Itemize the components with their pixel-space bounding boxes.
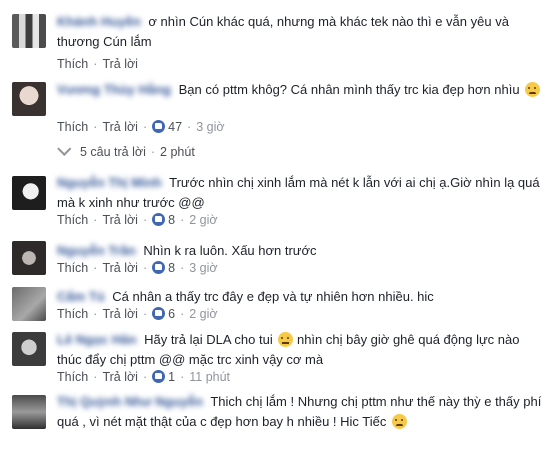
like-count[interactable]: 47 [168,120,182,134]
comment-actions: Thích · Trả lời · 1 · 11 phút [57,370,231,384]
replies-count[interactable]: 5 câu trả lời [80,145,146,159]
timestamp[interactable]: 3 giờ [196,120,224,134]
commenter-name[interactable]: Cẩm Tú [57,289,105,304]
view-replies-link[interactable]: 5 câu trả lời · 2 phút [57,141,195,159]
like-icon [152,120,166,133]
reply-link[interactable]: Trả lời [102,307,138,321]
comment-actions: Thích · Trả lời · 6 · 2 giờ [57,307,218,321]
comment-actions: Thích · Trả lời · 8 · 3 giờ [57,261,218,275]
like-link[interactable]: Thích [57,307,88,321]
avatar[interactable] [12,287,46,321]
like-count[interactable]: 8 [168,261,175,275]
like-icon [152,307,166,320]
like-count[interactable]: 8 [168,213,175,227]
avatar[interactable] [12,82,46,116]
comment-text: Hãy trả lại DLA cho tui [144,332,273,347]
timestamp[interactable]: 11 phút [189,370,230,384]
commenter-name[interactable]: Vương Thùy Hằng [57,82,171,97]
commenter-name[interactable]: Khánh Huyền [57,14,141,29]
like-count[interactable]: 1 [168,370,175,384]
avatar[interactable] [12,395,46,429]
like-link[interactable]: Thích [57,213,88,227]
reply-link[interactable]: Trả lời [102,261,138,275]
like-link[interactable]: Thích [57,120,88,134]
like-icon [152,370,166,383]
commenter-name[interactable]: Nguyễn Trần [57,243,136,258]
reply-link[interactable]: Trả lời [102,370,138,384]
comment-actions: Thích · Trả lời · 8 · 2 giờ [57,213,218,227]
reply-link[interactable]: Trả lời [102,120,138,134]
timestamp[interactable]: 3 giờ [189,261,217,275]
tear-face-icon [392,414,408,429]
reply-link[interactable]: Trả lời [102,57,138,71]
neutral-face-icon [278,332,294,347]
commenter-name[interactable]: Lê Ngọc Hân [57,332,136,347]
like-link[interactable]: Thích [57,261,88,275]
replies-time: 2 phút [160,145,195,159]
timestamp[interactable]: 2 giờ [189,213,217,227]
comment-text: Nhìn k ra luôn. Xấu hơn trước [143,243,317,258]
timestamp[interactable]: 2 giờ [189,307,217,321]
avatar[interactable] [12,176,46,210]
sad-face-icon [525,82,541,97]
like-icon [152,213,166,226]
comment-actions: Thích · Trả lời · 47 · 3 giờ [57,120,225,134]
reply-arrow-icon [57,141,72,156]
avatar[interactable] [12,14,46,48]
like-count[interactable]: 6 [168,307,175,321]
reply-link[interactable]: Trả lời [102,213,138,227]
avatar[interactable] [12,332,46,366]
avatar[interactable] [12,241,46,275]
comment-text: Bạn có pttm khôg? Cá nhân mình thấy trc … [178,82,520,97]
commenter-name[interactable]: Nguyễn Thị Minh [57,175,162,190]
commenter-name[interactable]: Thị Quỳnh Như Nguyễn [57,394,203,409]
like-icon [152,261,166,274]
comment-text: Cá nhân a thấy trc đây e đẹp và tự nhiên… [112,289,434,304]
comment-actions: Thích · Trả lời [57,57,138,71]
like-link[interactable]: Thích [57,57,88,71]
like-link[interactable]: Thích [57,370,88,384]
